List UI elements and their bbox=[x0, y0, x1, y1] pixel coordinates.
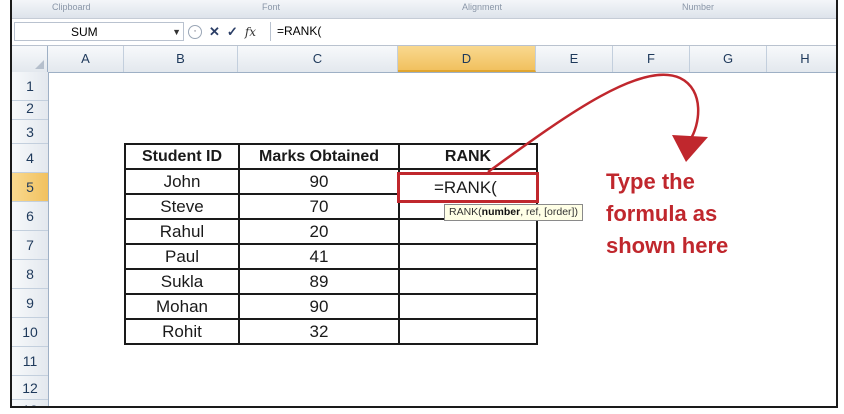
cell-rank[interactable] bbox=[398, 268, 538, 295]
ribbon-group-alignment[interactable]: Alignment bbox=[462, 2, 502, 12]
cell-student-id[interactable]: Sukla bbox=[124, 268, 240, 295]
cell-rank[interactable] bbox=[398, 293, 538, 320]
cancel-icon[interactable]: ✕ bbox=[209, 24, 220, 40]
cell-marks[interactable]: 70 bbox=[238, 193, 400, 220]
active-cell-d5[interactable]: =RANK( bbox=[397, 172, 539, 203]
column-header-e[interactable]: E bbox=[536, 46, 613, 72]
cell-marks[interactable]: 20 bbox=[238, 218, 400, 245]
cell-student-id[interactable]: Rahul bbox=[124, 218, 240, 245]
column-header-c[interactable]: C bbox=[238, 46, 398, 72]
table-row: Paul 41 bbox=[124, 243, 538, 270]
column-header-f[interactable]: F bbox=[613, 46, 690, 72]
tooltip-fn[interactable]: RANK( bbox=[449, 206, 482, 218]
row-header-7[interactable]: 7 bbox=[12, 231, 48, 260]
annotation-line-1: Type the bbox=[606, 169, 695, 194]
column-header-h[interactable]: H bbox=[767, 46, 836, 72]
cell-student-id[interactable]: Steve bbox=[124, 193, 240, 220]
header-marks-obtained[interactable]: Marks Obtained bbox=[238, 143, 400, 170]
insert-function-icon[interactable]: fx bbox=[245, 25, 256, 39]
row-header-12[interactable]: 12 bbox=[12, 376, 48, 400]
cell-marks[interactable]: 90 bbox=[238, 293, 400, 320]
row-header-10[interactable]: 10 bbox=[12, 318, 48, 347]
function-tooltip: RANK(number, ref, [order]) bbox=[444, 204, 583, 221]
cell-rank[interactable] bbox=[398, 218, 538, 245]
column-headers: A B C D E F G H bbox=[12, 46, 836, 73]
header-rank[interactable]: RANK bbox=[398, 143, 538, 170]
column-header-d[interactable]: D bbox=[398, 46, 536, 72]
cell-rank[interactable] bbox=[398, 243, 538, 270]
table-header-row: Student ID Marks Obtained RANK bbox=[124, 143, 538, 170]
formula-bar: SUM ▼ ◦ ✕ ✓ fx =RANK( bbox=[12, 19, 836, 46]
cell-marks[interactable]: 41 bbox=[238, 243, 400, 270]
cell-student-id[interactable]: Rohit bbox=[124, 318, 240, 345]
column-header-a[interactable]: A bbox=[48, 46, 124, 72]
ribbon-strip: Clipboard Font Alignment Number bbox=[12, 0, 836, 19]
row-header-4[interactable]: 4 bbox=[12, 144, 48, 173]
chevron-down-icon[interactable]: ▼ bbox=[172, 23, 181, 42]
name-box[interactable]: SUM ▼ bbox=[14, 22, 184, 41]
cell-marks[interactable]: 90 bbox=[238, 168, 400, 195]
table-row: Rohit 32 bbox=[124, 318, 538, 345]
scroll-handle-icon[interactable]: ◦ bbox=[188, 24, 202, 39]
row-header-11[interactable]: 11 bbox=[12, 347, 48, 376]
formula-buttons: ◦ ✕ ✓ fx bbox=[188, 22, 256, 41]
row-header-5[interactable]: 5 bbox=[12, 173, 48, 202]
ribbon-group-clipboard[interactable]: Clipboard bbox=[52, 2, 91, 12]
name-box-value: SUM bbox=[71, 25, 98, 39]
select-all-corner[interactable] bbox=[12, 46, 48, 72]
tooltip-rest[interactable]: , ref, [order]) bbox=[520, 206, 578, 218]
formula-input[interactable]: =RANK( bbox=[270, 22, 834, 41]
cell-student-id[interactable]: John bbox=[124, 168, 240, 195]
ribbon-group-font[interactable]: Font bbox=[262, 2, 280, 12]
cell-marks[interactable]: 89 bbox=[238, 268, 400, 295]
annotation-line-3: shown here bbox=[606, 233, 729, 258]
row-header-9[interactable]: 9 bbox=[12, 289, 48, 318]
header-student-id[interactable]: Student ID bbox=[124, 143, 240, 170]
column-header-g[interactable]: G bbox=[690, 46, 767, 72]
table-row: Sukla 89 bbox=[124, 268, 538, 295]
row-header-8[interactable]: 8 bbox=[12, 260, 48, 289]
tooltip-arg-number[interactable]: number bbox=[482, 206, 521, 218]
annotation-text: Type the formula as shown here bbox=[606, 166, 786, 262]
check-icon[interactable]: ✓ bbox=[227, 24, 238, 40]
cell-marks[interactable]: 32 bbox=[238, 318, 400, 345]
column-header-b[interactable]: B bbox=[124, 46, 238, 72]
row-header-13[interactable]: 13 bbox=[12, 400, 48, 406]
table-row: Rahul 20 bbox=[124, 218, 538, 245]
ribbon-group-number[interactable]: Number bbox=[682, 2, 714, 12]
cell-student-id[interactable]: Mohan bbox=[124, 293, 240, 320]
row-header-6[interactable]: 6 bbox=[12, 202, 48, 231]
row-header-2[interactable]: 2 bbox=[12, 96, 48, 120]
cell-student-id[interactable]: Paul bbox=[124, 243, 240, 270]
row-headers: 1 2 3 4 5 6 7 8 9 10 11 12 13 bbox=[12, 72, 49, 406]
annotation-line-2: formula as bbox=[606, 201, 718, 226]
row-header-3[interactable]: 3 bbox=[12, 120, 48, 144]
table-row: Mohan 90 bbox=[124, 293, 538, 320]
cell-rank[interactable] bbox=[398, 318, 538, 345]
